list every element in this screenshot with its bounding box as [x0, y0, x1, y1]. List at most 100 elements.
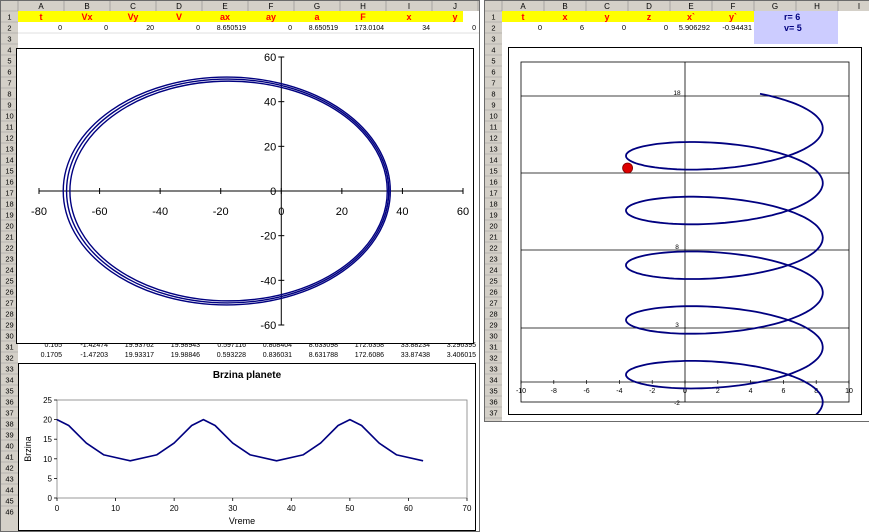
row-number: 37: [5, 409, 13, 418]
data-cell: 0.836031: [263, 352, 292, 359]
position-marker: [622, 162, 633, 174]
y-tick-label: 0: [48, 494, 53, 503]
header-cell: ay: [266, 12, 276, 22]
x-tick-label: 20: [336, 206, 348, 218]
spreadsheet-window-helix: A B C D E F G H It x y z x` y` 0 6 0 0 5.906292 -0.94431 r= …: [484, 0, 869, 422]
column-letter: A: [38, 2, 44, 11]
data-cell: 19.93317: [125, 352, 154, 359]
row-number: 20: [489, 222, 497, 231]
row-number: 10: [5, 112, 13, 121]
row-number: 13: [489, 145, 497, 154]
row-number: 15: [489, 167, 497, 176]
row-number: 29: [489, 321, 497, 330]
x-tick-label: 40: [287, 504, 296, 513]
data-cell: 0: [538, 23, 542, 32]
data-cell: 3.406015: [447, 352, 476, 359]
row-number: 19: [489, 211, 497, 220]
row-number: 4: [491, 46, 495, 55]
row-number: 29: [5, 321, 13, 330]
row-number: 3: [7, 35, 11, 44]
x-tick-label: 2: [716, 388, 720, 395]
x-tick-label: 60: [404, 504, 413, 513]
x-tick-label: 30: [228, 504, 237, 513]
data-cell: 0: [196, 25, 200, 32]
column-letter: G: [314, 2, 320, 11]
header-cell: x: [406, 12, 411, 22]
row-number: 28: [489, 310, 497, 319]
header-cell: x`: [687, 12, 695, 22]
x-tick-label: -80: [31, 206, 47, 218]
data-cell: 0: [104, 25, 108, 32]
row-number: 40: [5, 442, 13, 451]
x-axis-label: Vreme: [229, 516, 255, 526]
row-number: 41: [5, 453, 13, 462]
header-cell: x: [562, 12, 567, 22]
column-letter: I: [858, 2, 860, 11]
y-tick-label: 0: [270, 186, 276, 198]
column-letter: B: [562, 2, 567, 11]
row-number: 9: [491, 101, 495, 110]
column-letter: F: [731, 2, 736, 11]
row-number: 27: [5, 299, 13, 308]
row-number: 1: [7, 13, 11, 22]
x-tick-label: -60: [92, 206, 108, 218]
header-cell: Vx: [81, 12, 92, 22]
spreadsheet-window-orbit: ABCDEFGHIJKLtVxVyVaxayaFxyr002008.650519…: [0, 0, 480, 532]
row-number: 43: [5, 475, 13, 484]
orbit-chart[interactable]: -80 -60 -40 -20 0 20 40 60 60 40 20 0 -20 -40 -60: [16, 48, 474, 344]
row-number: 25: [5, 277, 13, 286]
x-tick-label: -8: [551, 388, 557, 395]
x-tick-label: 6: [781, 388, 785, 395]
y-tick-label: -2: [674, 400, 680, 407]
x-tick-label: 60: [457, 206, 469, 218]
data-cell: 8.631788: [309, 352, 338, 359]
x-tick-label: -20: [213, 206, 229, 218]
row-number: 16: [489, 178, 497, 187]
row-number: 22: [489, 244, 497, 253]
row-number: 34: [489, 376, 497, 385]
row-number: 33: [5, 365, 13, 374]
row-number: 27: [489, 299, 497, 308]
row-number: 32: [489, 354, 497, 363]
row-number: 10: [489, 112, 497, 121]
row-number: 32: [5, 354, 13, 363]
data-cell: 0: [622, 23, 626, 32]
row-number: 5: [491, 57, 495, 66]
data-cell: 173.0104: [355, 25, 384, 32]
row-number: 21: [489, 233, 497, 242]
row-number: 18: [5, 200, 13, 209]
row-number: 3: [491, 35, 495, 44]
data-cell: 0.1705: [41, 352, 63, 359]
row-number: 2: [491, 24, 495, 33]
x-tick-label: 40: [396, 206, 408, 218]
header-cell: y`: [729, 12, 737, 22]
row-number: 19: [5, 211, 13, 220]
row-number: 36: [489, 398, 497, 407]
column-letter: I: [408, 2, 410, 11]
row-number: 24: [5, 266, 13, 275]
param-value: r= 6: [784, 12, 800, 22]
row-number: 16: [5, 178, 13, 187]
row-number: 44: [5, 486, 13, 495]
header-cell: F: [360, 12, 366, 22]
y-tick-label: 5: [48, 474, 53, 483]
column-letter: F: [269, 2, 274, 11]
speed-chart[interactable]: Brzina planete 0 10 20 30 40 50 60 70 25 20 15 10 5 0 V…: [18, 363, 476, 531]
row-number: 11: [6, 123, 14, 132]
x-tick-label: 4: [749, 388, 753, 395]
data-cell: 0: [664, 23, 668, 32]
y-tick-label: 15: [43, 435, 52, 444]
helix-chart[interactable]: -10 -8 -6 -4 -2 0 2 4 6 8 10 18 8 3 -2: [508, 47, 862, 421]
row-number: 31: [5, 343, 13, 352]
data-cell: 8.650519: [217, 25, 246, 32]
x-tick-label: 20: [170, 504, 179, 513]
y-tick-label: 10: [43, 455, 52, 464]
data-cell: 0: [58, 25, 62, 32]
data-cell: 33.87438: [401, 352, 430, 359]
row-number: 7: [491, 79, 495, 88]
row-number: 45: [5, 497, 13, 506]
column-letter: C: [130, 2, 136, 11]
row-number: 6: [7, 68, 11, 77]
header-cell: y: [452, 12, 457, 22]
y-tick-label: 60: [264, 52, 276, 64]
